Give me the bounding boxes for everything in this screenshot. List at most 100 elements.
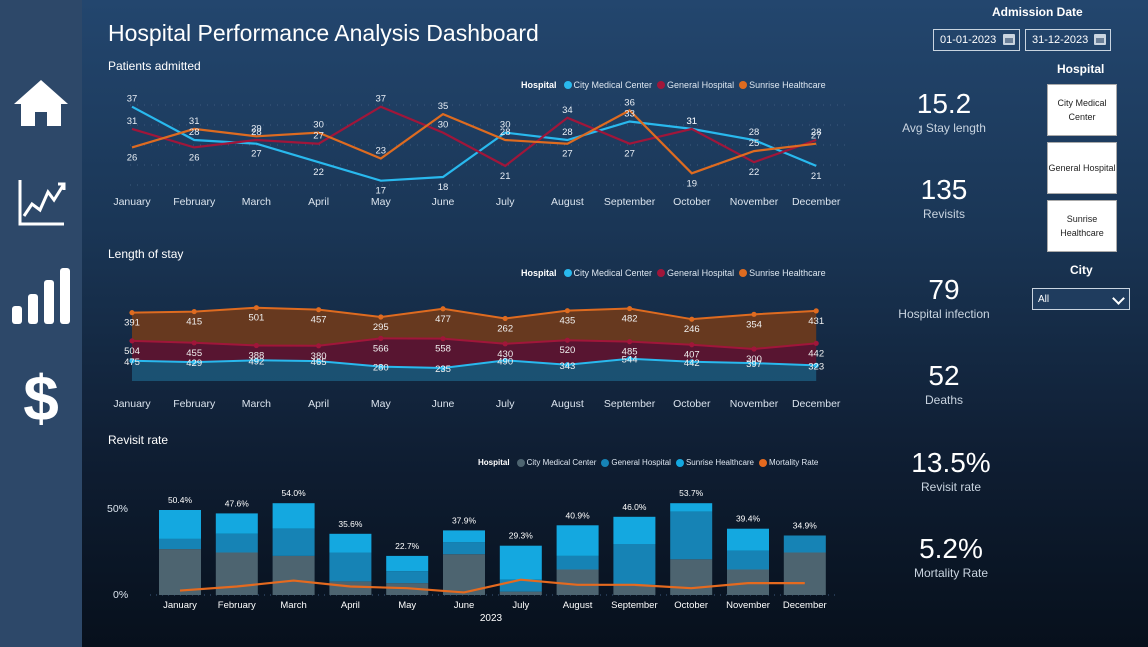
x-tick-label: June	[432, 398, 455, 410]
series-line-city-medical-center	[131, 105, 817, 182]
data-point-sunrise-healthcare	[253, 305, 259, 311]
city-dropdown[interactable]: All	[1032, 288, 1130, 310]
legend-item-mortality[interactable]: Mortality Rate	[759, 458, 818, 467]
data-point-general-hospital	[378, 335, 384, 341]
data-label-general-hospital: 31	[127, 116, 138, 127]
data-point-sunrise-healthcare	[502, 315, 508, 322]
dollar-icon[interactable]: $	[10, 362, 72, 434]
data-point-sunrise-healthcare	[191, 308, 197, 315]
chevron-down-icon	[1112, 292, 1125, 305]
revisit-chart-title: Revisit rate	[108, 433, 169, 447]
calendar-icon[interactable]	[1003, 34, 1015, 45]
legend-item-general[interactable]: General Hospital	[601, 458, 671, 467]
patients-legend: Hospital City Medical Center General Hos…	[521, 80, 826, 90]
x-tick-label: October	[673, 398, 711, 410]
revisit-rate-chart: 50% 0% 50.4% January 47.6% February 54.0% March…	[107, 488, 835, 624]
data-label-sunrise-healthcare: 35	[438, 101, 449, 112]
data-label-sunrise-healthcare: 30	[313, 120, 324, 131]
data-label-general-hospital: 455	[186, 348, 202, 359]
data-label-city-medical-center: 37	[127, 95, 138, 105]
data-label-sunrise-healthcare: 28	[500, 127, 511, 138]
hospital-button-sunrise[interactable]: Sunrise Healthcare	[1047, 200, 1117, 252]
patients-chart-title: Patients admitted	[108, 59, 201, 73]
bar-total-label: 34.9%	[793, 521, 818, 531]
bar-total-label: 47.6%	[225, 498, 250, 508]
kpi-avg-stay: 15.2 Avg Stay length	[902, 88, 986, 135]
bar-segment-city-medical-center	[329, 581, 372, 595]
data-label-sunrise-healthcare: 23	[376, 146, 387, 157]
bar-segment-general-hospital	[783, 535, 826, 553]
x-tick-label: April	[308, 398, 329, 410]
bar-segment-general-hospital	[329, 552, 372, 582]
data-label-city-medical-center: 18	[438, 182, 449, 193]
x-tick-label: July	[496, 398, 515, 410]
legend-item-city[interactable]: City Medical Center	[563, 80, 652, 90]
data-label-sunrise-healthcare: 19	[687, 178, 698, 189]
bar-segment-general-hospital	[727, 550, 769, 570]
x-tick-label: August	[551, 196, 584, 208]
kpi-hospital-infection: 79 Hospital infection	[898, 274, 990, 321]
date-from-input[interactable]: 01-01-2023	[933, 29, 1020, 51]
stay-legend: Hospital City Medical Center General Hos…	[521, 268, 826, 278]
x-tick-label: March	[242, 398, 271, 410]
legend-item-city[interactable]: City Medical Center	[563, 268, 652, 278]
legend-item-general[interactable]: General Hospital	[657, 80, 734, 90]
data-point-sunrise-healthcare	[689, 316, 695, 322]
data-label-sunrise-healthcare: 435	[559, 316, 575, 327]
data-label-city-medical-center: 21	[811, 171, 822, 182]
x-tick-label: June	[454, 600, 475, 611]
data-point-sunrise-healthcare	[316, 307, 322, 313]
data-point-general-hospital	[627, 339, 633, 345]
legend-item-sunrise[interactable]: Sunrise Healthcare	[739, 268, 826, 278]
legend-item-sunrise[interactable]: Sunrise Healthcare	[739, 80, 826, 90]
bar-segment-sunrise-healthcare	[613, 516, 656, 544]
bar-segment-general-hospital	[443, 542, 485, 555]
hospital-button-general[interactable]: General Hospital	[1047, 142, 1117, 194]
data-label-sunrise-healthcare: 415	[186, 317, 202, 328]
data-label-city-medical-center: 343	[559, 361, 575, 372]
date-to-input[interactable]: 31-12-2023	[1025, 29, 1111, 51]
data-label-sunrise-healthcare: 431	[808, 316, 824, 327]
legend-item-general[interactable]: General Hospital	[657, 268, 734, 278]
data-label-general-hospital: 37	[376, 95, 387, 105]
data-point-sunrise-healthcare	[751, 311, 757, 317]
data-point-general-hospital	[440, 336, 446, 342]
data-point-general-hospital	[253, 342, 259, 349]
legend-item-city[interactable]: City Medical Center	[516, 458, 596, 467]
data-label-sunrise-healthcare: 482	[622, 314, 638, 325]
bar-chart-icon[interactable]	[10, 266, 72, 328]
data-label-general-hospital: 27	[624, 149, 635, 160]
x-tick-label: September	[604, 398, 656, 410]
data-label-sunrise-healthcare: 262	[497, 323, 513, 334]
legend-item-sunrise[interactable]: Sunrise Healthcare	[675, 458, 754, 467]
home-icon[interactable]	[10, 76, 72, 138]
data-label-sunrise-healthcare: 354	[746, 319, 762, 330]
data-label-general-hospital: 34	[562, 105, 573, 116]
bar-segment-sunrise-healthcare	[727, 528, 769, 551]
x-tick-label: January	[113, 398, 151, 410]
data-point-sunrise-healthcare	[440, 306, 446, 312]
data-label-general-hospital: 30	[438, 120, 449, 131]
bar-segment-sunrise-healthcare	[499, 545, 542, 580]
revisit-legend: Hospital City Medical Center General Hos…	[478, 458, 818, 467]
line-chart-icon[interactable]	[10, 172, 72, 234]
legend-title: Hospital	[521, 268, 557, 278]
bar-segment-general-hospital	[613, 544, 656, 585]
data-point-sunrise-healthcare	[378, 314, 384, 320]
x-tick-label: August	[551, 398, 584, 410]
x-tick-label: January	[113, 196, 151, 208]
calendar-icon[interactable]	[1094, 34, 1106, 45]
bar-segment-sunrise-healthcare	[556, 525, 599, 556]
data-label-sunrise-healthcare: 27	[811, 131, 822, 142]
data-label-general-hospital: 22	[749, 167, 760, 178]
series-line-general-hospital	[131, 105, 817, 168]
hospital-button-city[interactable]: City Medical Center	[1047, 84, 1117, 136]
x-tick-label: July	[512, 600, 529, 611]
admission-date-title: Admission Date	[992, 5, 1083, 19]
x-tick-label: December	[792, 398, 841, 410]
x-axis-label: 2023	[480, 613, 503, 624]
bar-total-label: 35.6%	[338, 519, 363, 529]
bar-segment-general-hospital	[215, 533, 258, 553]
x-tick-label: March	[242, 196, 271, 208]
x-tick-label: March	[280, 600, 306, 611]
